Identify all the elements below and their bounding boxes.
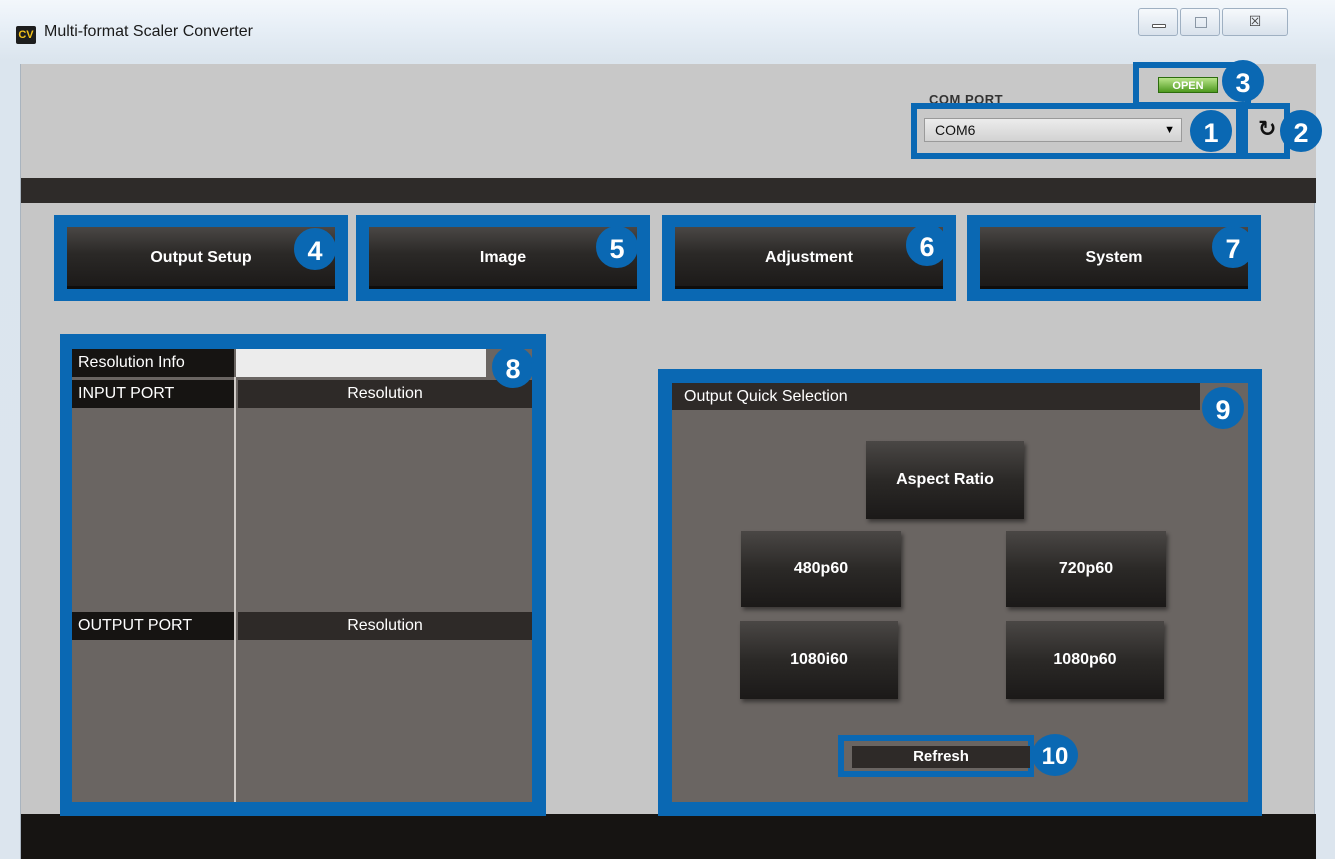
preset-720p60-button[interactable]: 720p60 xyxy=(1006,531,1166,607)
refresh-button[interactable]: Refresh xyxy=(852,746,1030,768)
column-divider xyxy=(234,377,236,802)
footer-band xyxy=(21,814,1316,859)
open-button[interactable]: OPEN xyxy=(1158,77,1218,93)
maximize-icon xyxy=(1195,17,1207,28)
resolution-info-title-bar xyxy=(236,349,486,377)
badge-8: 8 xyxy=(492,346,534,388)
com-refresh-button[interactable]: ↻ xyxy=(1258,116,1276,142)
com-port-value: COM6 xyxy=(935,122,976,138)
app-logo-icon: CV xyxy=(16,26,36,44)
maximize-button[interactable] xyxy=(1180,8,1220,36)
badge-10: 10 xyxy=(1032,734,1078,776)
input-resolution-header: Resolution xyxy=(238,380,532,408)
resolution-info-title: Resolution Info xyxy=(72,349,234,377)
com-port-select[interactable]: COM6 ▼ xyxy=(924,118,1182,142)
close-button[interactable]: ☒ xyxy=(1222,8,1288,36)
tab-adjustment[interactable]: Adjustment xyxy=(675,227,943,289)
minimize-button[interactable] xyxy=(1138,8,1178,36)
badge-6: 6 xyxy=(906,224,948,266)
minimize-icon xyxy=(1152,24,1166,28)
badge-7: 7 xyxy=(1212,226,1254,268)
header-band xyxy=(21,178,1316,203)
tab-output-setup[interactable]: Output Setup xyxy=(67,227,335,289)
close-icon: ☒ xyxy=(1248,13,1262,29)
title-bar: CV Multi-format Scaler Converter ☒ xyxy=(0,0,1335,64)
badge-4: 4 xyxy=(294,228,336,270)
badge-3: 3 xyxy=(1222,60,1264,102)
preset-480p60-button[interactable]: 480p60 xyxy=(741,531,901,607)
tab-image[interactable]: Image xyxy=(369,227,637,289)
preset-1080p60-button[interactable]: 1080p60 xyxy=(1006,621,1164,699)
window-controls: ☒ xyxy=(1138,8,1290,38)
window-title: Multi-format Scaler Converter xyxy=(44,23,253,40)
resolution-info-panel xyxy=(72,349,532,802)
badge-2: 2 xyxy=(1280,110,1322,152)
aspect-ratio-button[interactable]: Aspect Ratio xyxy=(866,441,1024,519)
badge-9: 9 xyxy=(1202,387,1244,429)
badge-5: 5 xyxy=(596,226,638,268)
output-resolution-header: Resolution xyxy=(238,612,532,640)
app-window: CV Multi-format Scaler Converter ☒ OPEN … xyxy=(0,0,1335,859)
input-port-header: INPUT PORT xyxy=(72,380,234,408)
tab-system[interactable]: System xyxy=(980,227,1248,289)
output-port-header: OUTPUT PORT xyxy=(72,612,234,640)
quick-selection-title: Output Quick Selection xyxy=(672,383,1200,410)
badge-1: 1 xyxy=(1190,110,1232,152)
chevron-down-icon: ▼ xyxy=(1164,124,1175,136)
preset-1080i60-button[interactable]: 1080i60 xyxy=(740,621,898,699)
